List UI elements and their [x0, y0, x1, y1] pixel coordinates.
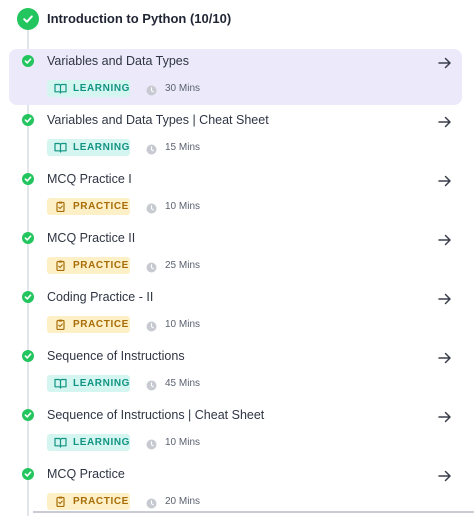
- check-circle-icon: [22, 350, 34, 362]
- arrow-right-icon[interactable]: [437, 291, 453, 307]
- lesson-item[interactable]: Sequence of Instructions | Cheat Sheet LE…: [9, 403, 462, 459]
- check-circle-icon: [22, 232, 34, 244]
- arrow-right-icon[interactable]: [437, 173, 453, 189]
- lesson-type-label: LEARNING: [73, 437, 131, 448]
- lesson-type-label: PRACTICE: [73, 201, 129, 212]
- lesson-type-badge: PRACTICE: [47, 316, 130, 333]
- lesson-title: Variables and Data Types: [47, 54, 189, 68]
- clock-icon: [146, 437, 157, 450]
- lesson-type-badge: PRACTICE: [47, 257, 130, 274]
- lesson-duration: 10 Mins: [165, 319, 201, 330]
- arrow-right-icon[interactable]: [437, 350, 453, 366]
- lesson-duration: 45 Mins: [165, 378, 201, 389]
- check-circle-icon: [22, 173, 34, 185]
- clipboard-icon: [54, 319, 67, 331]
- lesson-type-badge: LEARNING: [47, 434, 130, 451]
- lesson-item[interactable]: Variables and Data Types LEARNING 30 Mins: [9, 49, 462, 105]
- module-title: Introduction to Python (10/10): [47, 11, 232, 26]
- lesson-type-badge: LEARNING: [47, 80, 130, 97]
- lesson-type-badge: LEARNING: [47, 375, 130, 392]
- check-circle-icon: [22, 468, 34, 480]
- lesson-item[interactable]: MCQ Practice PRACTICE 20 Mins: [9, 462, 462, 518]
- book-icon: [54, 378, 67, 389]
- clock-icon: [146, 319, 157, 332]
- arrow-right-icon[interactable]: [437, 468, 453, 484]
- lesson-type-label: PRACTICE: [73, 496, 129, 507]
- lesson-item[interactable]: Sequence of Instructions LEARNING 45 Mins: [9, 344, 462, 400]
- clock-icon: [146, 83, 157, 96]
- arrow-right-icon[interactable]: [437, 232, 453, 248]
- clipboard-icon: [54, 201, 67, 213]
- check-circle-icon: [22, 291, 34, 303]
- clock-icon: [146, 260, 157, 273]
- lesson-duration: 15 Mins: [165, 142, 201, 153]
- module-check-icon: [17, 8, 39, 30]
- lesson-duration: 25 Mins: [165, 260, 201, 271]
- lesson-item[interactable]: Variables and Data Types | Cheat Sheet LE…: [9, 108, 462, 164]
- lesson-title: Sequence of Instructions: [47, 349, 185, 363]
- lesson-type-label: PRACTICE: [73, 319, 129, 330]
- clock-icon: [146, 142, 157, 155]
- lesson-item[interactable]: Coding Practice - II PRACTICE 10 Mins: [9, 285, 462, 341]
- lesson-type-label: LEARNING: [73, 142, 131, 153]
- lesson-type-badge: LEARNING: [47, 139, 130, 156]
- lesson-title: MCQ Practice: [47, 467, 125, 481]
- check-circle-icon: [22, 55, 34, 67]
- clock-icon: [146, 201, 157, 214]
- lesson-duration: 10 Mins: [165, 437, 201, 448]
- lesson-title: Variables and Data Types | Cheat Sheet: [47, 113, 269, 127]
- lesson-item[interactable]: MCQ Practice II PRACTICE 25 Mins: [9, 226, 462, 282]
- arrow-right-icon[interactable]: [437, 409, 453, 425]
- book-icon: [54, 83, 67, 94]
- lesson-type-badge: PRACTICE: [47, 493, 130, 510]
- check-circle-icon: [22, 409, 34, 421]
- clipboard-icon: [54, 260, 67, 272]
- clock-icon: [146, 496, 157, 509]
- arrow-right-icon[interactable]: [437, 114, 453, 130]
- check-circle-icon: [22, 114, 34, 126]
- lesson-item[interactable]: MCQ Practice I PRACTICE 10 Mins: [9, 167, 462, 223]
- lesson-title: MCQ Practice II: [47, 231, 136, 245]
- lesson-title: Coding Practice - II: [47, 290, 154, 304]
- lesson-title: MCQ Practice I: [47, 172, 132, 186]
- module-header[interactable]: Introduction to Python (10/10): [0, 0, 474, 40]
- lesson-type-badge: PRACTICE: [47, 198, 130, 215]
- lesson-duration: 10 Mins: [165, 201, 201, 212]
- clock-icon: [146, 378, 157, 391]
- book-icon: [54, 142, 67, 153]
- lesson-type-label: PRACTICE: [73, 260, 129, 271]
- lesson-title: Sequence of Instructions | Cheat Sheet: [47, 408, 265, 422]
- lesson-duration: 30 Mins: [165, 83, 201, 94]
- lesson-duration: 20 Mins: [165, 496, 201, 507]
- clipboard-icon: [54, 496, 67, 508]
- lesson-type-label: LEARNING: [73, 83, 131, 94]
- arrow-right-icon[interactable]: [437, 55, 453, 71]
- book-icon: [54, 437, 67, 448]
- lesson-type-label: LEARNING: [73, 378, 131, 389]
